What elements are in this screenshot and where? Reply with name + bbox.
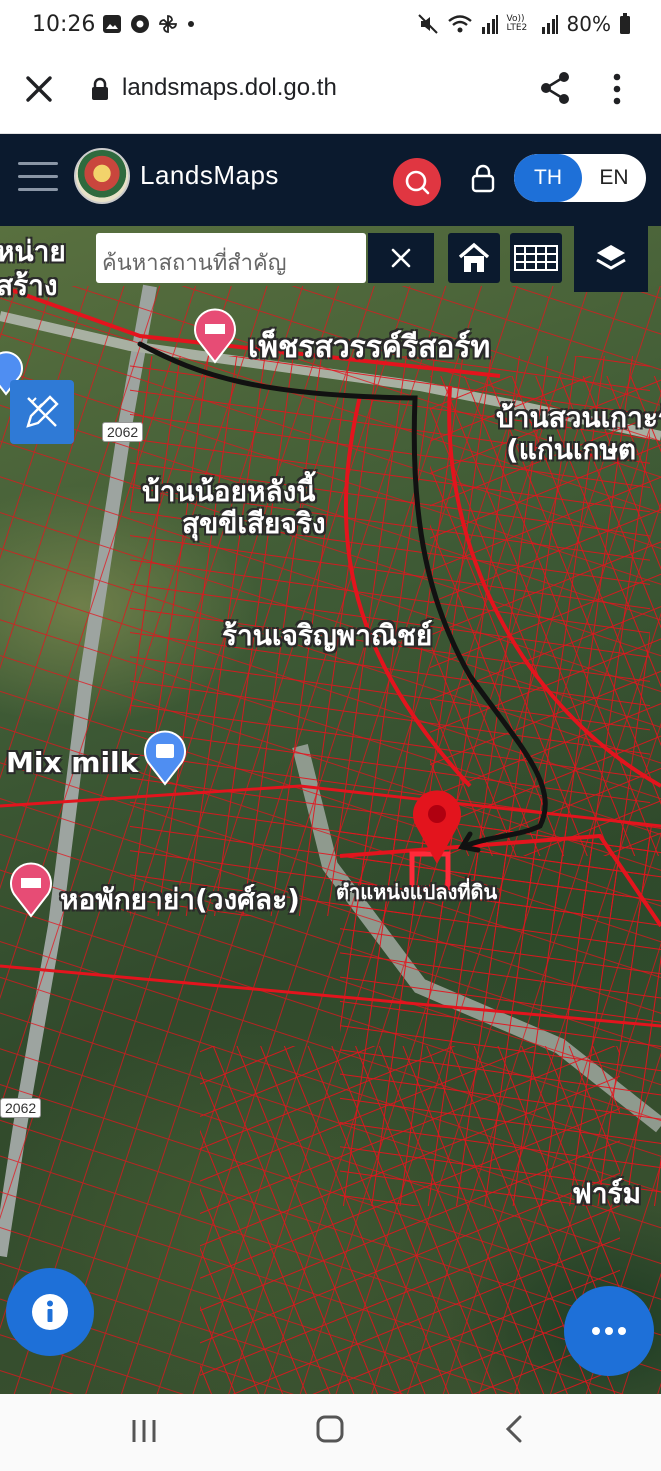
- close-icon: [391, 248, 411, 268]
- close-icon[interactable]: [22, 72, 56, 106]
- mute-icon: [417, 14, 438, 34]
- map-label: Mix milk: [6, 746, 139, 779]
- chrome-icon: [131, 15, 149, 33]
- wifi-icon: [447, 15, 472, 33]
- lang-th-option[interactable]: TH: [514, 154, 582, 202]
- map-label: สุขขีเสียจริง: [182, 507, 326, 540]
- recents-icon[interactable]: [130, 1418, 158, 1444]
- grid-button[interactable]: [510, 233, 562, 283]
- map-label: สร้าง: [0, 269, 58, 302]
- signal-icon: [541, 15, 558, 34]
- map-label: (แก่นเกษต: [506, 433, 637, 466]
- layers-button[interactable]: [574, 226, 648, 292]
- volte-icon: Vo)) LTE2: [506, 14, 528, 33]
- draw-tool-button[interactable]: [10, 380, 74, 444]
- dot-icon: [188, 21, 194, 27]
- pinwheel-icon: [159, 15, 177, 33]
- language-toggle[interactable]: TH EN: [514, 154, 646, 202]
- system-nav-bar: [0, 1394, 661, 1471]
- browser-toolbar: landsmaps.dol.go.th: [0, 50, 661, 134]
- lock-icon[interactable]: [470, 164, 496, 194]
- share-icon[interactable]: [538, 70, 572, 106]
- more-vert-icon[interactable]: [612, 72, 622, 106]
- map-label: เพ็ชรสวรรค์รีสอร์ท: [248, 330, 491, 365]
- app-logo: [74, 148, 130, 204]
- map-label: หอพักยาย่า(วงศ์ละ): [60, 883, 300, 916]
- info-button[interactable]: [6, 1268, 94, 1356]
- battery-percent: 80%: [566, 12, 611, 36]
- more-horiz-icon: [592, 1327, 626, 1335]
- home-button[interactable]: [448, 233, 500, 283]
- road-number-badge: 2062: [0, 1098, 42, 1118]
- place-search-input[interactable]: ค้นหาสถานที่สำคัญ: [96, 233, 366, 283]
- map-label: ตำแหน่งแปลงที่ดิน: [336, 880, 498, 904]
- status-left-icons: [102, 14, 196, 34]
- info-icon: [32, 1294, 68, 1330]
- battery-icon: [620, 13, 630, 34]
- home-nav-icon[interactable]: [315, 1414, 345, 1444]
- search-clear-button[interactable]: [368, 233, 434, 283]
- hamburger-menu-icon[interactable]: [18, 162, 58, 196]
- app-title: LandsMaps: [140, 160, 279, 190]
- image-icon: [103, 15, 121, 33]
- location-pin-icon[interactable]: [406, 786, 468, 866]
- map-view[interactable]: หน่าย สร้าง เพ็ชรสวรรค์รีสอร์ท บ้านสวนเก…: [0, 226, 661, 1394]
- grid-icon: [514, 245, 558, 271]
- map-label: ร้านเจริญพาณิชย์: [222, 619, 433, 652]
- map-label: ฟาร์ม: [572, 1177, 642, 1210]
- layers-icon: [596, 245, 626, 270]
- status-time: 10:26: [32, 12, 96, 37]
- status-right-icons: Vo)) LTE2 80%: [417, 12, 631, 36]
- lang-en-option[interactable]: EN: [582, 154, 646, 202]
- home-icon: [458, 242, 490, 272]
- road-number-badge: 2062: [102, 422, 144, 442]
- shopping-pin-icon[interactable]: [140, 726, 190, 786]
- search-button[interactable]: [393, 158, 441, 206]
- back-icon[interactable]: [502, 1414, 526, 1444]
- search-icon: [405, 170, 430, 195]
- lock-icon: [92, 77, 108, 100]
- hotel-pin-icon[interactable]: [6, 858, 56, 918]
- signal-icon: [481, 15, 498, 34]
- status-bar: 10:26 Vo)) LTE2 80%: [0, 0, 661, 50]
- pencil-ruler-icon: [26, 395, 59, 428]
- url-text[interactable]: landsmaps.dol.go.th: [122, 74, 337, 102]
- hotel-pin-icon[interactable]: [190, 306, 240, 364]
- more-options-button[interactable]: [564, 1286, 654, 1376]
